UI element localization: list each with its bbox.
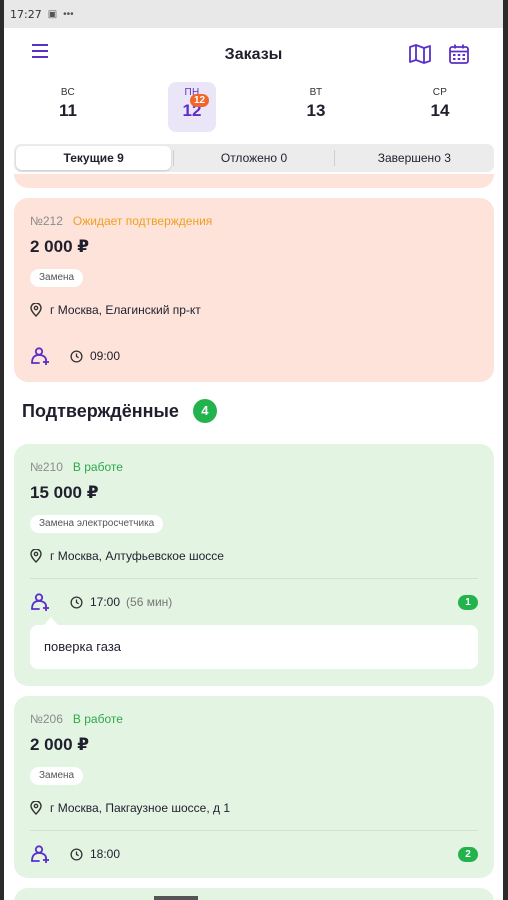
order-status: В работе <box>72 460 123 474</box>
order-time: 18:00 <box>90 847 121 861</box>
order-header: №210 В работе <box>30 460 123 474</box>
order-number: №206 <box>30 712 63 726</box>
card-divider <box>30 578 478 579</box>
service-tag: Замена электросчетчика <box>30 515 164 533</box>
order-address: г Москва, Алтуфьевское шоссе <box>30 549 224 563</box>
day-selector: ВС 11 ПН 12 12 ВТ 13 СР 14 <box>4 82 503 136</box>
tab-divider <box>173 150 175 166</box>
notification-icon: ▣ <box>47 8 58 20</box>
tab-postponed[interactable]: Отложено 0 <box>176 146 331 170</box>
day-name: ВС <box>60 87 76 98</box>
day-name: СР <box>432 87 448 98</box>
orders-count-badge: 12 <box>190 94 210 107</box>
previous-order-card[interactable] <box>14 174 494 188</box>
day-number: 11 <box>59 101 77 120</box>
order-card-206[interactable]: №206 В работе 2 000 ₽ Замена г Москва, П… <box>14 696 494 878</box>
next-order-card[interactable] <box>14 888 494 900</box>
clock-icon <box>70 595 83 609</box>
clock-icon <box>70 349 83 363</box>
order-address: г Москва, Пакгаузное шоссе, д 1 <box>30 801 230 815</box>
order-actions: 17:00 (56 мин) <box>30 593 172 611</box>
app-frame: 17:27 ▣ ••• Заказы ВС 11 ПН 12 12 ВТ 13 … <box>4 0 503 900</box>
map-icon[interactable] <box>408 42 432 66</box>
order-time: 09:00 <box>90 349 121 363</box>
assign-worker-icon[interactable] <box>30 347 50 365</box>
comment-tail <box>44 617 58 625</box>
order-header: №206 В работе <box>30 712 123 726</box>
section-title-text: Подтверждённые <box>22 400 179 421</box>
day-sunday[interactable]: ВС 11 <box>44 82 92 132</box>
tab-current[interactable]: Текущие 9 <box>16 146 172 170</box>
order-price: 15 000 ₽ <box>30 483 99 502</box>
day-name: ВТ <box>309 87 323 98</box>
menu-icon[interactable] <box>32 44 50 58</box>
comments-count-badge: 2 <box>458 847 478 862</box>
day-number: 13 <box>306 101 326 120</box>
order-price: 2 000 ₽ <box>30 237 90 256</box>
assign-worker-icon[interactable] <box>30 593 50 611</box>
service-tag: Замена <box>30 767 84 785</box>
order-actions: 18:00 <box>30 845 120 863</box>
order-status: В работе <box>72 712 123 726</box>
tab-divider <box>333 150 335 166</box>
card-divider <box>30 830 478 831</box>
order-status: Ожидает подтверждения <box>72 214 213 228</box>
signal-icon: ••• <box>63 8 74 20</box>
order-card-210[interactable]: №210 В работе 15 000 ₽ Замена электросче… <box>14 444 494 686</box>
calendar-icon[interactable] <box>447 42 471 66</box>
location-pin-icon <box>30 549 42 563</box>
order-actions: 09:00 <box>30 347 120 365</box>
comments-count-badge: 1 <box>458 595 478 610</box>
order-number: №212 <box>30 214 63 228</box>
order-address: г Москва, Елагинский пр-кт <box>30 303 201 317</box>
order-time: 17:00 <box>90 595 121 609</box>
gesture-handle <box>154 896 198 900</box>
status-time: 17:27 <box>10 7 42 21</box>
order-number: №210 <box>30 460 63 474</box>
page-title: Заказы <box>224 46 283 63</box>
day-tuesday[interactable]: ВТ 13 <box>292 82 340 132</box>
order-duration: (56 мин) <box>126 595 173 609</box>
service-tag: Замена <box>30 269 84 287</box>
clock-icon <box>70 847 83 861</box>
order-comment[interactable]: поверка газа <box>30 625 478 669</box>
order-header: №212 Ожидает подтверждения <box>30 214 212 228</box>
address-text: г Москва, Елагинский пр-кт <box>50 303 201 317</box>
order-card-212[interactable]: №212 Ожидает подтверждения 2 000 ₽ Замен… <box>14 198 494 382</box>
day-monday[interactable]: ПН 12 12 <box>168 82 216 132</box>
section-count-badge: 4 <box>192 399 217 423</box>
assign-worker-icon[interactable] <box>30 845 50 863</box>
location-pin-icon <box>30 303 42 317</box>
address-text: г Москва, Алтуфьевское шоссе <box>50 549 224 563</box>
app-bar: Заказы <box>4 28 503 82</box>
status-bar: 17:27 ▣ ••• <box>4 0 503 28</box>
confirmed-section-title: Подтверждённые 4 <box>22 399 217 423</box>
tab-completed[interactable]: Завершено 3 <box>337 146 492 170</box>
day-wednesday[interactable]: СР 14 <box>416 82 464 132</box>
order-price: 2 000 ₽ <box>30 735 90 754</box>
location-pin-icon <box>30 801 42 815</box>
address-text: г Москва, Пакгаузное шоссе, д 1 <box>50 801 231 815</box>
day-number: 14 <box>430 101 450 120</box>
orders-tabs: Текущие 9 Отложено 0 Завершено 3 <box>14 144 494 172</box>
